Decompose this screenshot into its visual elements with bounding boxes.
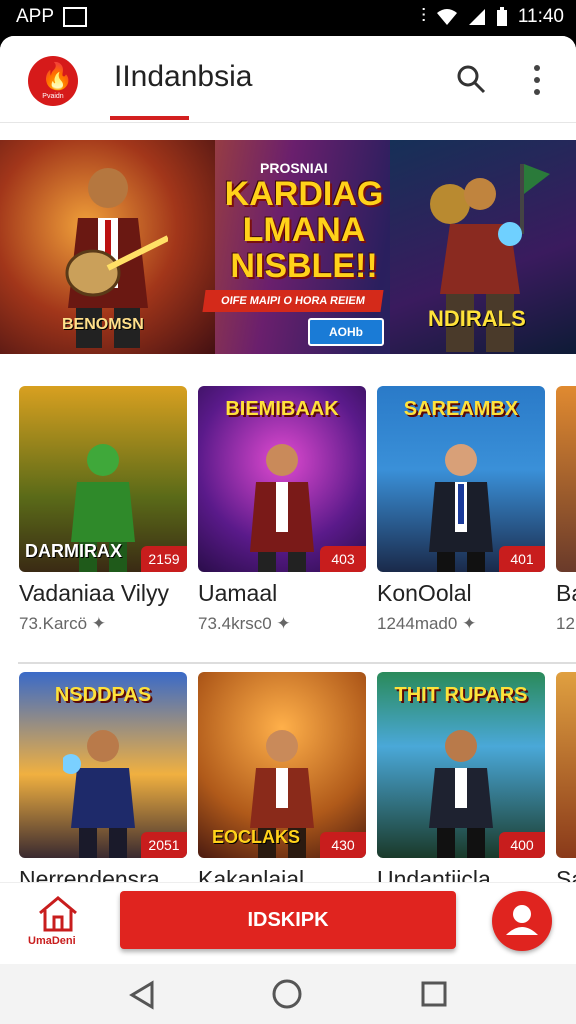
profile-icon	[506, 905, 538, 935]
card-title[interactable]: Ba	[556, 580, 576, 607]
banner-left-name: BENOMSN	[62, 316, 144, 333]
card-title[interactable]: Vadaniaa Vilyy	[19, 580, 169, 607]
banner-right-name: NDIRALS	[428, 306, 526, 331]
card-badge: 430	[320, 832, 366, 858]
card-thumbnail[interactable]: SAREAMBX 401	[377, 386, 545, 572]
top-app-bar: 🔥 Pvaidn IIndanbsia	[0, 36, 576, 123]
status-app-label: APP	[16, 6, 55, 27]
card-meta: 12 ✦	[556, 614, 576, 633]
home-tab[interactable]: UmaDeni	[28, 895, 86, 955]
card-thumbnail[interactable]: NSDDPAS 2051	[19, 672, 187, 858]
page-title: IIndanbsia	[114, 60, 253, 93]
banner-cta-button[interactable]: AOHb	[308, 318, 384, 346]
card-thumb-title: NSDDPAS	[54, 684, 152, 706]
card-thumbnail[interactable]	[556, 386, 576, 572]
card-thumbnail[interactable]: BIEMIBAAK 403	[198, 386, 366, 572]
character-illustration	[429, 730, 493, 858]
card-badge: 2051	[141, 832, 187, 858]
character-illustration	[429, 444, 493, 572]
card-thumbnail[interactable]: DARMIRAX 2159	[19, 386, 187, 572]
card-meta: 73.Karcö ✦	[19, 614, 107, 633]
card-thumbnail[interactable]: THIT RUPARS 400	[377, 672, 545, 858]
card-thumbnail[interactable]	[556, 672, 576, 858]
card-thumbnail[interactable]: EOCLAKS 430	[198, 672, 366, 858]
card-thumb-title: SAREAMBX	[403, 398, 519, 420]
main-action-button[interactable]: IDSKIPK	[120, 891, 456, 949]
banner-kicker: PROSNIAI	[260, 160, 328, 176]
system-nav-bar	[0, 964, 576, 1024]
promo-banner[interactable]: PROSNIAI KARDIAG LMANA NISBLE!! OIFE MAI…	[0, 140, 576, 354]
wifi-icon	[436, 9, 457, 25]
card-badge: 2159	[141, 546, 187, 572]
app-screen: 🔥 Pvaidn IIndanbsia PROSNIAI KARDIAG LMA…	[0, 36, 576, 964]
card-badge: 401	[499, 546, 545, 572]
content-row-1: DARMIRAX 2159 Vadaniaa Vilyy 73.Karcö ✦ …	[0, 386, 576, 686]
profile-button[interactable]	[492, 891, 552, 951]
card-meta: 1244mad0 ✦	[377, 614, 477, 633]
image-notification-icon	[63, 7, 87, 27]
banner-headline: KARDIAG LMANA NISBLE!!	[224, 175, 384, 285]
status-bar: APP ⫶ 11:40	[0, 0, 576, 36]
back-icon[interactable]	[128, 980, 156, 1010]
banner-ribbon: OIFE MAIPI O HORA REIEM	[202, 290, 384, 312]
app-logo[interactable]: 🔥 Pvaidn	[28, 56, 78, 106]
more-vert-icon[interactable]	[530, 64, 544, 96]
card-thumb-title: BIEMIBAAK	[225, 398, 339, 420]
home-circle-icon[interactable]	[271, 978, 303, 1010]
card-thumb-caption: EOCLAKS	[212, 827, 301, 847]
home-tab-label: UmaDeni	[28, 935, 76, 947]
card-badge: 403	[320, 546, 366, 572]
card-thumb-caption: DARMIRAX	[25, 541, 122, 561]
logo-text: Pvaidn	[42, 93, 64, 100]
home-icon	[39, 896, 77, 932]
section-divider	[18, 662, 576, 664]
character-illustration	[250, 444, 314, 572]
vibrate-icon: ⫶	[421, 6, 426, 27]
recents-icon[interactable]	[421, 981, 447, 1007]
card-meta: 73.4krsc0 ✦	[198, 614, 291, 633]
battery-icon	[496, 7, 507, 26]
bottom-action-bar: UmaDeni IDSKIPK	[0, 882, 576, 964]
signal-icon	[468, 9, 485, 25]
tab-indicator	[110, 116, 189, 120]
card-thumb-title: THIT RUPARS	[394, 684, 528, 706]
card-title[interactable]: Uamaal	[198, 580, 277, 607]
status-time: 11:40	[517, 6, 564, 27]
card-badge: 400	[499, 832, 545, 858]
card-title[interactable]: KonOolal	[377, 580, 472, 607]
search-icon[interactable]	[456, 64, 486, 94]
character-illustration	[63, 730, 135, 858]
